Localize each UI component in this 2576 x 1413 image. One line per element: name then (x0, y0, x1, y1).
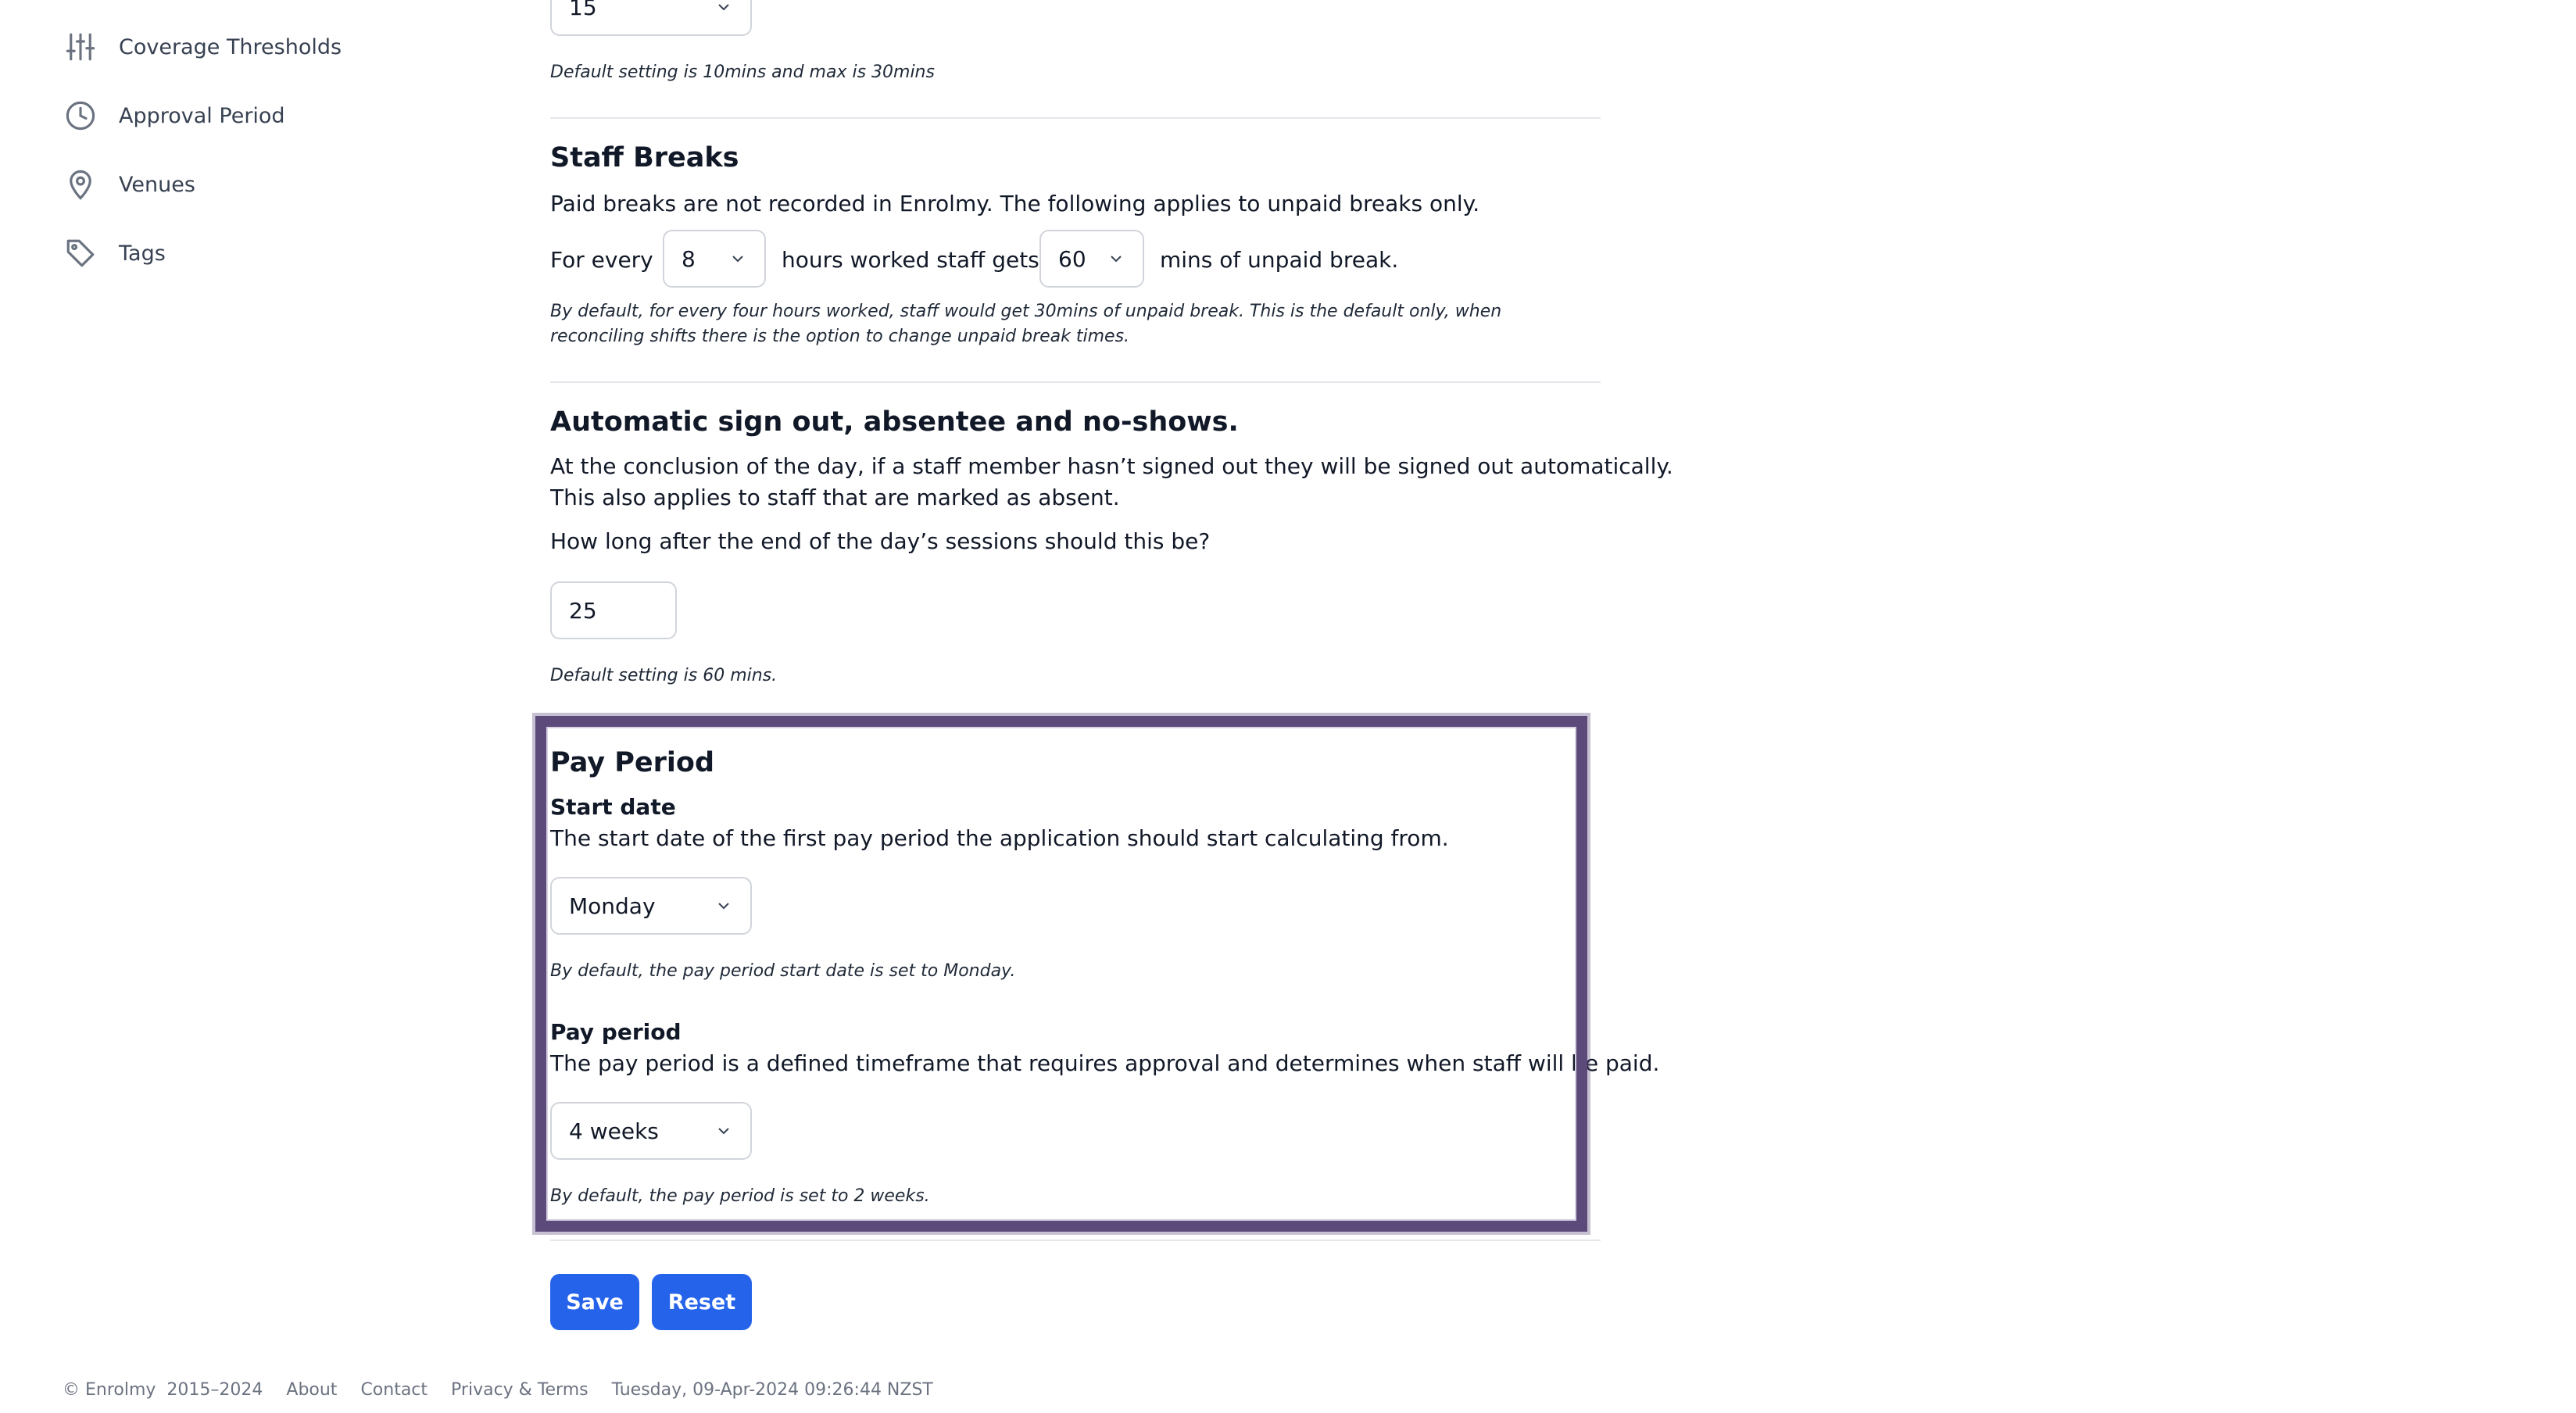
mins-select[interactable]: 60 (1039, 230, 1144, 288)
divider (550, 1240, 1601, 1241)
footer-timestamp: Tuesday, 09-Apr-2024 09:26:44 NZST (611, 1380, 933, 1400)
top-select-value: 15 (569, 0, 597, 20)
footer-copyright: © Enrolmy 2015–2024 (63, 1380, 263, 1400)
hours-select[interactable]: 8 (663, 230, 766, 288)
chevron-down-icon (1111, 256, 1122, 263)
sidebar-item-label: Tags (119, 241, 166, 266)
clock-icon (63, 98, 98, 134)
divider (550, 117, 1601, 119)
sidebar: Coverage Thresholds Approval Period Venu… (0, 0, 469, 313)
footer-privacy-link[interactable]: Privacy & Terms (451, 1380, 589, 1400)
sidebar-item-label: Coverage Thresholds (119, 34, 342, 59)
auto-signout-minutes-input[interactable] (550, 581, 677, 639)
auto-signout-description-line2: This also applies to staff that are mark… (550, 485, 1120, 510)
chevron-down-icon (732, 256, 743, 263)
divider (550, 381, 1601, 383)
for-every-label: For every (550, 247, 653, 273)
top-select[interactable]: 15 (550, 0, 752, 36)
sidebar-item-label: Venues (119, 172, 195, 197)
auto-signout-description-line1: At the conclusion of the day, if a staff… (550, 453, 1673, 479)
mins-select-value: 60 (1058, 245, 1086, 272)
auto-signout-hint: Default setting is 60 mins. (550, 666, 778, 685)
footer: © Enrolmy 2015–2024 About Contact Privac… (63, 1380, 957, 1400)
sidebar-item-venues[interactable]: Venues (63, 161, 195, 208)
sidebar-item-tags[interactable]: Tags (63, 230, 166, 277)
staff-breaks-hint-line1: By default, for every four hours worked,… (550, 302, 1502, 321)
mins-label: mins of unpaid break. (1160, 247, 1399, 273)
hours-label: hours worked staff gets (782, 247, 1039, 273)
footer-about-link[interactable]: About (286, 1380, 337, 1400)
tag-icon (63, 235, 98, 271)
footer-contact-link[interactable]: Contact (360, 1380, 428, 1400)
sidebar-item-approval-period[interactable]: Approval Period (63, 92, 285, 139)
pay-period-highlight (535, 716, 1587, 1232)
map-pin-icon (63, 166, 98, 202)
hours-select-value: 8 (682, 245, 696, 272)
staff-breaks-hint-line2: reconciling shifts there is the option t… (550, 327, 1130, 346)
sidebar-item-coverage-thresholds[interactable]: Coverage Thresholds (63, 23, 342, 70)
sliders-icon (63, 29, 98, 65)
staff-breaks-title: Staff Breaks (550, 142, 739, 173)
chevron-down-icon (718, 4, 729, 11)
reset-button[interactable]: Reset (652, 1274, 752, 1330)
auto-signout-title: Automatic sign out, absentee and no-show… (550, 406, 1239, 438)
sidebar-item-label: Approval Period (119, 103, 285, 128)
auto-signout-question: How long after the end of the day’s sess… (550, 528, 1211, 554)
top-hint: Default setting is 10mins and max is 30m… (550, 63, 935, 82)
staff-breaks-description: Paid breaks are not recorded in Enrolmy.… (550, 191, 1480, 216)
save-button[interactable]: Save (550, 1274, 639, 1330)
